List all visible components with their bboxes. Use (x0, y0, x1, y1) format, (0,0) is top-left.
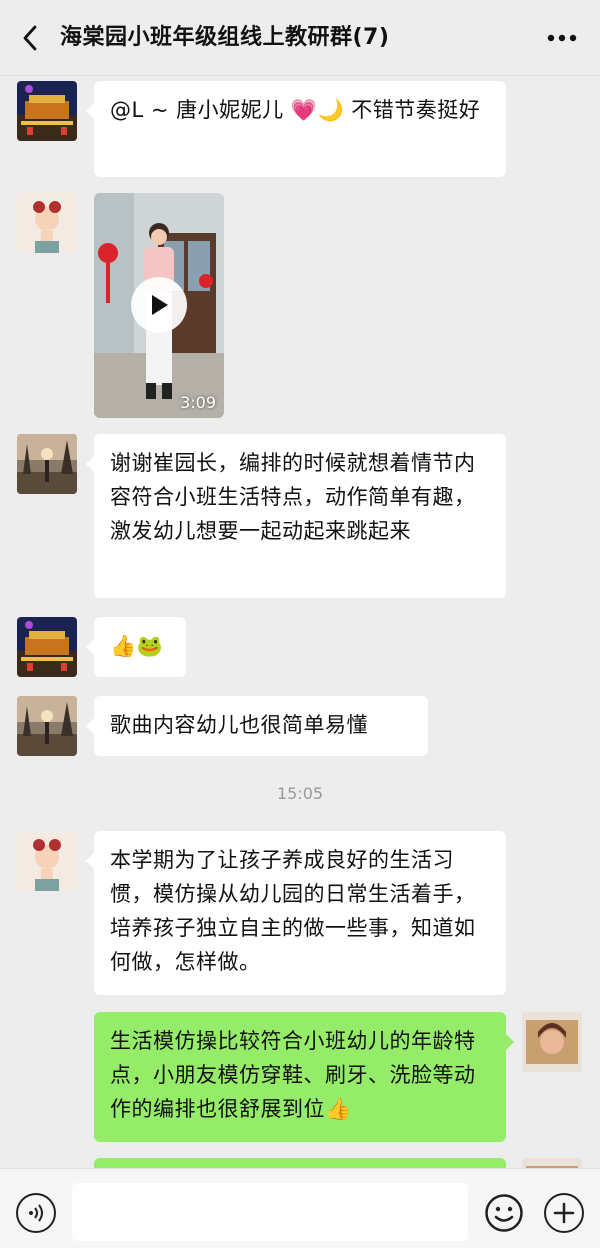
message-input[interactable] (72, 1183, 468, 1241)
avatar-cartoon-girl[interactable] (17, 193, 77, 253)
more-dots-icon (547, 34, 577, 42)
message-bubble-self[interactable]: 生活模仿操比较符合小班幼儿的年龄特点，小朋友模仿穿鞋、刷牙、洗脸等动作的编排也很… (94, 1012, 514, 1142)
message-bubble[interactable]: 👍🐸 (86, 617, 186, 677)
video-message[interactable]: 3:09 (94, 193, 224, 418)
message-bubble[interactable]: 谢谢崔园长，编排的时候就想着情节内容符合小班生活特点，动作简单有趣，激发幼儿想要… (86, 434, 506, 598)
plus-icon (553, 1202, 575, 1224)
chat-message-list[interactable]: @L ~ 唐小妮妮儿 💗🌙 不错节奏挺好 3:09 谢谢崔园长，编排的时候就想着… (0, 76, 600, 1168)
avatar-sunset-tree[interactable] (17, 434, 77, 494)
chevron-left-icon (23, 25, 37, 51)
avatar-cartoon-girl[interactable] (17, 831, 77, 891)
message-bubble[interactable]: @L ~ 唐小妮妮儿 💗🌙 不错节奏挺好 (86, 81, 506, 177)
chat-header: 海棠园小班年级组线上教研群(7) (0, 0, 600, 76)
avatar-self-photo[interactable] (522, 1012, 582, 1072)
avatar-self-photo[interactable] (522, 1158, 582, 1168)
voice-button[interactable] (16, 1193, 56, 1233)
time-divider: 15:05 (276, 784, 324, 803)
avatar-night-scene[interactable] (17, 81, 77, 141)
emoji-icon (485, 1194, 523, 1232)
input-bar (0, 1168, 600, 1248)
chat-title: 海棠园小班年级组线上教研群(7) (60, 25, 390, 50)
avatar-night-scene[interactable] (17, 617, 77, 677)
avatar-sunset-tree[interactable] (17, 696, 77, 756)
video-duration: 3:09 (180, 393, 216, 412)
voice-icon (29, 1204, 43, 1222)
back-button[interactable] (14, 22, 46, 54)
message-bubble-self-partial[interactable] (94, 1158, 506, 1168)
message-bubble[interactable]: 本学期为了让孩子养成良好的生活习惯，模仿操从幼儿园的日常生活着手，培养孩子独立自… (86, 831, 506, 995)
play-button[interactable] (131, 277, 187, 333)
emoji-button[interactable] (484, 1193, 524, 1233)
play-icon (152, 295, 168, 315)
more-button[interactable] (544, 22, 580, 54)
message-bubble[interactable]: 歌曲内容幼儿也很简单易懂 (86, 696, 428, 756)
plus-button[interactable] (544, 1193, 584, 1233)
